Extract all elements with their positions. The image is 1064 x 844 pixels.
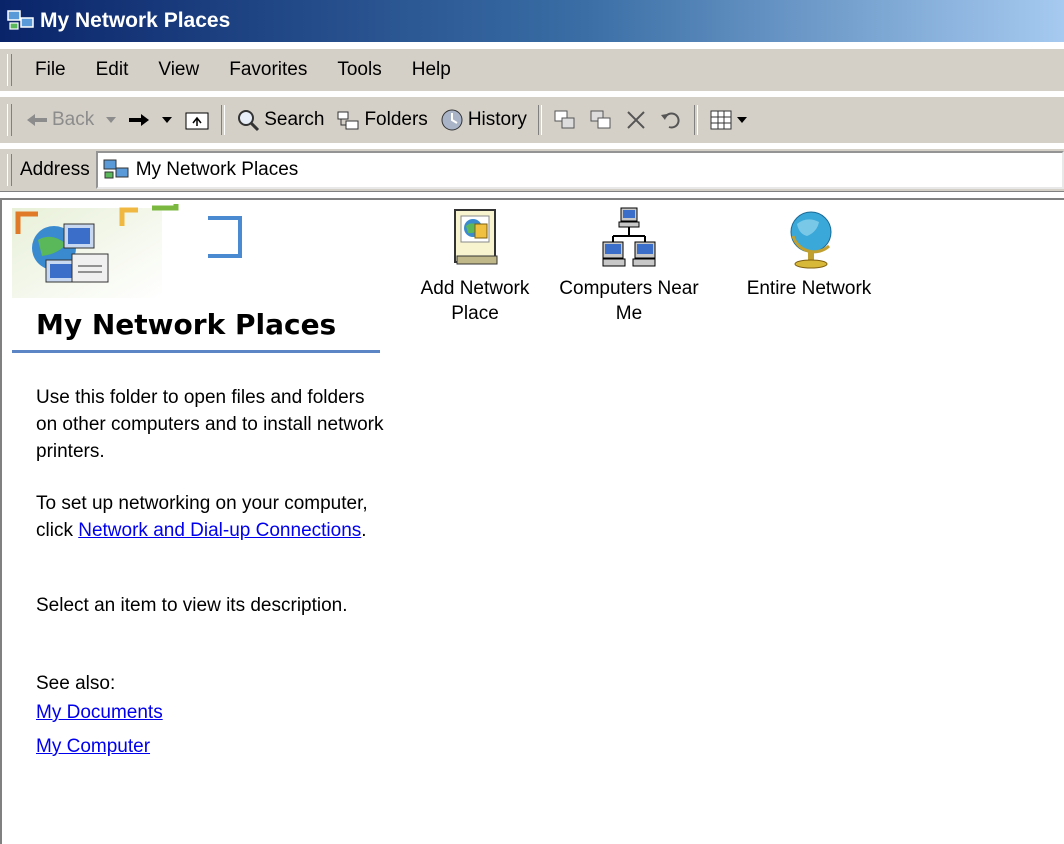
folders-button[interactable]: Folders (330, 109, 433, 131)
history-label: History (467, 109, 527, 130)
menu-favorites[interactable]: Favorites (214, 59, 322, 81)
add-network-place-label: Add Network Place (420, 278, 530, 324)
entire-network-label: Entire Network (746, 278, 872, 299)
add-network-place-item[interactable]: Add Network Place (400, 200, 550, 326)
my-documents-link[interactable]: My Documents (36, 702, 163, 724)
chevron-down-icon (106, 117, 117, 123)
search-icon (238, 110, 260, 132)
history-button[interactable]: History (434, 108, 533, 132)
address-value: My Network Places (135, 159, 299, 180)
toolbar-separator (537, 105, 542, 135)
up-folder-button[interactable] (178, 109, 216, 131)
search-label: Search (264, 109, 325, 130)
toolbar-separator (221, 105, 226, 135)
forward-dropdown[interactable] (156, 117, 178, 123)
folders-label: Folders (364, 109, 428, 130)
chevron-down-icon (736, 117, 747, 123)
network-places-icon (103, 159, 129, 179)
copy-to-icon (590, 110, 611, 129)
window-title: My Network Places (40, 9, 231, 32)
menu-help[interactable]: Help (397, 59, 466, 81)
address-input[interactable]: My Network Places (95, 151, 1064, 189)
menu-file[interactable]: File (20, 59, 81, 81)
webview-info-pane: My Network Places Use this folder to ope… (12, 200, 384, 840)
pane-title: My Network Places (36, 308, 337, 341)
computers-near-me-item[interactable]: Computers Near Me (554, 200, 704, 326)
menu-bar: File Edit View Favorites Tools Help (0, 48, 1064, 91)
folders-icon (337, 111, 359, 130)
entire-network-icon (790, 211, 832, 269)
undo-icon (660, 112, 680, 129)
chevron-down-icon (162, 117, 173, 123)
folder-view: My Network Places Use this folder to ope… (0, 198, 1064, 844)
standard-toolbar: Back Search Folders History (0, 96, 1064, 143)
menu-tools[interactable]: Tools (322, 59, 396, 81)
address-bar: Address My Network Places (0, 148, 1064, 192)
menu-view[interactable]: View (143, 59, 214, 81)
see-also-label: See also: (36, 673, 116, 694)
move-to-icon (554, 110, 575, 129)
menu-grip[interactable] (7, 54, 12, 86)
toolbar-separator (693, 105, 698, 135)
back-dropdown[interactable] (100, 117, 122, 123)
back-arrow-icon (27, 114, 47, 126)
pane-divider (12, 350, 380, 353)
computers-near-me-label: Computers Near Me (559, 278, 699, 324)
computers-near-me-icon (602, 207, 656, 267)
entire-network-item[interactable]: Entire Network (734, 200, 884, 301)
copy-to-button[interactable] (583, 109, 619, 131)
history-icon (441, 109, 463, 131)
delete-icon (627, 111, 645, 129)
forward-arrow-icon (129, 114, 150, 126)
back-label: Back (52, 109, 95, 130)
menu-edit[interactable]: Edit (81, 59, 144, 81)
pane-select-hint: Select an item to view its description. (36, 595, 348, 616)
toolbar-grip[interactable] (7, 104, 12, 136)
pane-setup-text: To set up networking on your computer, c… (36, 490, 386, 544)
delete-button[interactable] (619, 109, 653, 131)
views-button[interactable] (703, 109, 753, 131)
back-button[interactable]: Back (20, 109, 100, 131)
move-to-button[interactable] (547, 109, 583, 131)
my-computer-link[interactable]: My Computer (36, 736, 150, 758)
up-folder-icon (185, 112, 209, 130)
network-places-banner-icon (12, 204, 242, 298)
setup-suffix: . (361, 520, 367, 541)
address-label: Address (20, 159, 90, 180)
network-dialup-link[interactable]: Network and Dial-up Connections (78, 520, 361, 541)
undo-button[interactable] (653, 110, 689, 130)
title-bar: My Network Places (0, 0, 1064, 42)
search-button[interactable]: Search (230, 108, 330, 132)
add-network-place-icon (454, 209, 498, 265)
forward-button[interactable] (122, 112, 156, 128)
network-places-icon (7, 10, 34, 30)
pane-description: Use this folder to open files and folder… (36, 387, 384, 462)
address-grip[interactable] (7, 154, 12, 186)
views-grid-icon (710, 110, 732, 130)
